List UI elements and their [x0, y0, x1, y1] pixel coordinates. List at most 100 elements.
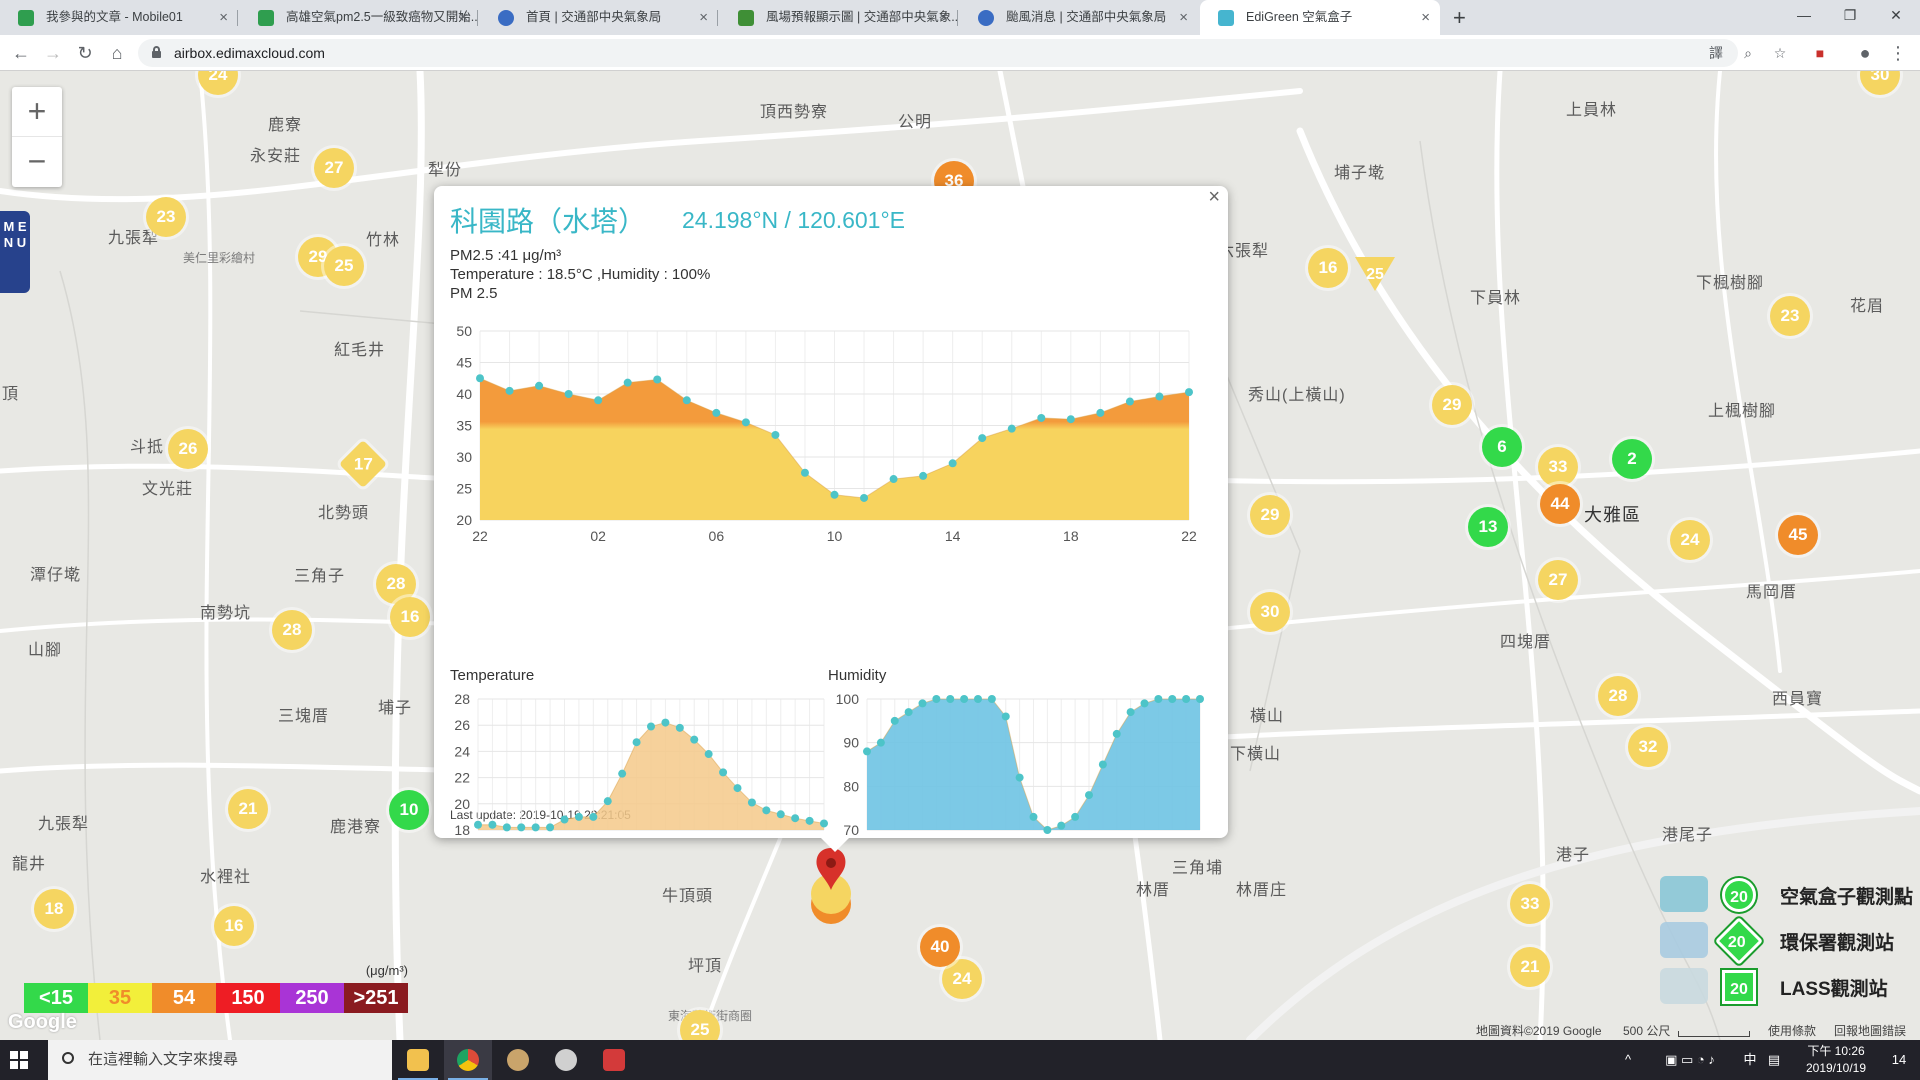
- aqi-marker[interactable]: 33: [1538, 447, 1578, 487]
- aqi-marker-triangle[interactable]: 25: [1355, 257, 1395, 291]
- taskbar-search-box[interactable]: 在這裡輸入文字來搜尋: [48, 1040, 392, 1080]
- place-label: 美仁里彩繪村: [183, 251, 256, 265]
- aqi-marker[interactable]: 29: [1250, 495, 1290, 535]
- aqi-marker[interactable]: 28: [272, 610, 312, 650]
- taskbar-app-5[interactable]: [590, 1040, 638, 1080]
- data-point: [574, 812, 583, 821]
- zoom-icon[interactable]: ⌕: [1738, 43, 1758, 63]
- map-terms-link[interactable]: 使用條款: [1768, 1022, 1816, 1039]
- aqi-marker[interactable]: 33: [1510, 884, 1550, 924]
- x-tick-label: 02: [590, 528, 606, 544]
- extension-icon[interactable]: ■: [1810, 43, 1830, 63]
- file-explorer-app[interactable]: [394, 1040, 442, 1080]
- place-label: 龍井: [12, 856, 47, 873]
- new-tab-button[interactable]: +: [1453, 0, 1466, 35]
- home-button[interactable]: ⌂: [104, 41, 130, 65]
- aqi-marker[interactable]: 18: [34, 889, 74, 929]
- bookmark-star-icon[interactable]: ☆: [1770, 43, 1790, 63]
- tray-overflow-icon[interactable]: ^: [1618, 1040, 1638, 1080]
- zoom-out-button[interactable]: −: [12, 137, 62, 187]
- aqi-marker[interactable]: 26: [168, 429, 208, 469]
- aqi-marker[interactable]: 32: [1628, 727, 1668, 767]
- aqi-marker[interactable]: 23: [1770, 296, 1810, 336]
- tab-mobile01[interactable]: 我參與的文章 - Mobile01 ×: [0, 0, 238, 35]
- tab-cwb-home[interactable]: 首頁 | 交通部中央氣象局 ×: [480, 0, 718, 35]
- tray-icons[interactable]: ▣ ▭ ◔ ♪: [1642, 1040, 1738, 1080]
- action-center-badge[interactable]: 14: [1884, 1040, 1914, 1080]
- aqi-marker[interactable]: 45: [1778, 515, 1818, 555]
- tab-edigreen[interactable]: EdiGreen 空氣盒子 ×: [1200, 0, 1440, 35]
- aqi-marker[interactable]: 21: [1510, 947, 1550, 987]
- station-airbox[interactable]: 20 空氣盒子觀測點: [1660, 876, 1920, 922]
- place-label: 公明: [898, 114, 933, 131]
- selected-location-pin-icon[interactable]: [809, 846, 853, 932]
- epa-building-icon: [1660, 922, 1708, 958]
- menu-tab-button[interactable]: M E N U: [0, 211, 30, 293]
- tab-close-icon[interactable]: ×: [699, 0, 708, 35]
- map-canvas[interactable]: 頂西勢寮 公明 鹿寮 永安莊 犁份 竹林 九張犁 美仁里彩繪村 紅毛井 斗抵 文…: [0, 71, 1920, 1040]
- data-point: [987, 695, 996, 703]
- taskbar-app-4[interactable]: [542, 1040, 590, 1080]
- data-point: [1029, 812, 1038, 821]
- chrome-menu-icon[interactable]: ⋮: [1888, 43, 1908, 63]
- zoom-in-button[interactable]: +: [12, 87, 62, 137]
- data-point: [1015, 773, 1024, 782]
- data-point: [1112, 729, 1121, 738]
- aqi-marker[interactable]: 6: [1482, 427, 1522, 467]
- aqi-marker[interactable]: 16: [214, 906, 254, 946]
- aqi-marker[interactable]: 27: [1538, 560, 1578, 600]
- ime-indicator[interactable]: 中: [1740, 1040, 1760, 1080]
- tab-close-icon[interactable]: ×: [219, 0, 228, 35]
- aqi-marker[interactable]: 27: [314, 148, 354, 188]
- station-label: 環保署觀測站: [1780, 933, 1895, 954]
- profile-icon[interactable]: ●: [1855, 43, 1875, 63]
- tab-close-icon[interactable]: ×: [939, 0, 948, 35]
- aqi-marker[interactable]: 10: [389, 790, 429, 830]
- place-label: 林厝: [1136, 882, 1171, 899]
- aqi-marker[interactable]: 16: [390, 597, 430, 637]
- translate-icon[interactable]: 譯: [1706, 43, 1726, 63]
- url-text[interactable]: airbox.edimaxcloud.com: [174, 39, 325, 67]
- tab-kaohsiung-pm25[interactable]: 高雄空氣pm2.5一級致癌物又開始... ×: [240, 0, 478, 35]
- map-report-link[interactable]: 回報地圖錯誤: [1834, 1022, 1906, 1039]
- data-point: [594, 396, 603, 405]
- tab-wind-forecast[interactable]: 風場預報顯示圖 | 交通部中央氣象... ×: [720, 0, 958, 35]
- data-point: [830, 490, 839, 499]
- start-button[interactable]: [10, 1051, 29, 1070]
- notification-icon[interactable]: ▤: [1764, 1040, 1784, 1080]
- aqi-marker[interactable]: 16: [1308, 248, 1348, 288]
- tab-close-icon[interactable]: ×: [1179, 0, 1188, 35]
- aqi-marker[interactable]: 30: [1250, 592, 1290, 632]
- cwb-favicon-icon: [978, 10, 994, 26]
- tab-close-icon[interactable]: ×: [1421, 0, 1430, 35]
- station-epa[interactable]: 20 環保署觀測站: [1660, 916, 1920, 968]
- aqi-marker[interactable]: 23: [146, 197, 186, 237]
- close-window-button[interactable]: ✕: [1868, 0, 1920, 35]
- tab-typhoon[interactable]: 颱風消息 | 交通部中央氣象局 ×: [960, 0, 1198, 35]
- place-label: 港子: [1556, 847, 1591, 864]
- station-lass[interactable]: 20 LASS觀測站: [1660, 968, 1920, 1014]
- aqi-marker[interactable]: 13: [1468, 507, 1508, 547]
- aqi-marker[interactable]: 40: [920, 927, 960, 967]
- aqi-marker[interactable]: 24: [1670, 520, 1710, 560]
- forward-button[interactable]: →: [40, 41, 66, 65]
- data-point: [932, 695, 941, 703]
- data-point: [505, 386, 514, 395]
- address-bar[interactable]: airbox.edimaxcloud.com: [138, 39, 1738, 67]
- aqi-marker[interactable]: 2: [1612, 439, 1652, 479]
- back-button[interactable]: ←: [8, 41, 34, 65]
- aqi-marker[interactable]: 29: [1432, 385, 1472, 425]
- taskbar-app-3[interactable]: [494, 1040, 542, 1080]
- tab-close-icon[interactable]: ×: [459, 0, 468, 35]
- tray-clock[interactable]: 下午 10:26 2019/10/19: [1796, 1043, 1876, 1077]
- chrome-app[interactable]: [444, 1040, 492, 1080]
- data-point: [1057, 821, 1066, 830]
- legend-segment: <15: [24, 983, 88, 1013]
- legend-segment: 150: [216, 983, 280, 1013]
- aqi-marker[interactable]: 44: [1540, 484, 1580, 524]
- aqi-marker[interactable]: 28: [1598, 676, 1638, 716]
- reload-button[interactable]: ↻: [72, 41, 98, 65]
- aqi-marker[interactable]: 21: [228, 789, 268, 829]
- google-logo: Google: [8, 1011, 77, 1033]
- aqi-marker[interactable]: 25: [324, 246, 364, 286]
